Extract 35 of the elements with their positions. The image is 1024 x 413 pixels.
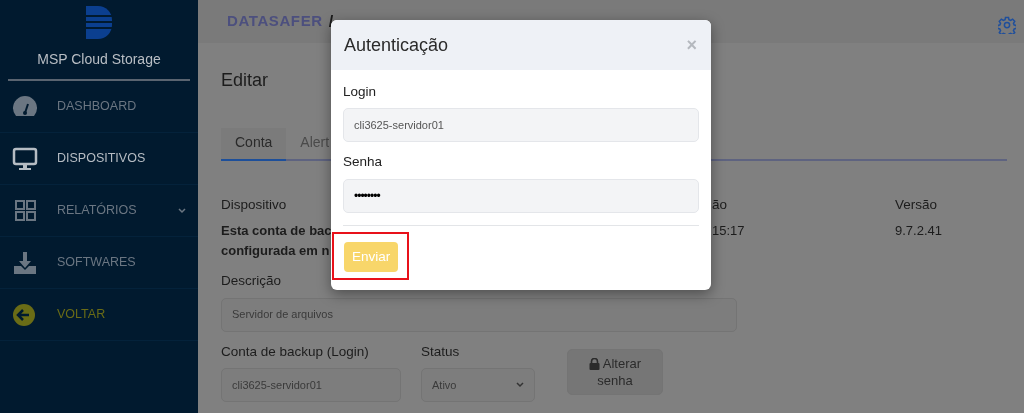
dialog-title: Autenticação: [344, 33, 449, 57]
status-select[interactable]: Ativo: [421, 367, 535, 402]
field-label: Login: [343, 83, 378, 101]
logo-icon: [86, 6, 112, 39]
field-label: Senha: [343, 153, 384, 172]
password-field[interactable]: ••••••••: [343, 178, 699, 213]
lock-icon: [588, 358, 600, 371]
login-field[interactable]: cli3625-servidor01: [343, 108, 699, 143]
brand-name: MSP Cloud Storage: [37, 50, 161, 69]
info-value: 15:17: [712, 222, 745, 241]
gauge-icon: [12, 94, 38, 117]
close-button[interactable]: ×: [686, 31, 697, 59]
login-field[interactable]: cli3625-servidor01: [221, 367, 401, 402]
field-label: Conta de backup (Login): [221, 342, 369, 361]
chevron-down-icon: [516, 381, 524, 388]
sidebar-item[interactable]: DASHBOARD: [0, 81, 198, 133]
sidebar-item[interactable]: VOLTAR: [0, 289, 198, 341]
description-field[interactable]: Servidor de arquivos: [221, 297, 737, 332]
sidebar-item[interactable]: RELATÓRIOS: [0, 185, 198, 237]
info-value: Esta conta de bac: [221, 222, 332, 241]
breadcrumb-separator: /: [328, 11, 334, 32]
info-label: Dispositivo: [221, 196, 287, 214]
download-icon: [12, 250, 38, 275]
tab[interactable]: Conta: [221, 128, 287, 161]
grid-icon: [12, 198, 38, 223]
page-title: Editar: [221, 69, 269, 92]
info-label: Versão: [895, 196, 938, 214]
info-label: ão: [712, 196, 728, 214]
info-value: configurada em n: [221, 242, 330, 261]
field-label: Status: [421, 342, 460, 361]
field-label: Descrição: [221, 272, 282, 291]
change-password-button[interactable]: Alterar senha: [567, 348, 663, 395]
monitor-icon: [12, 146, 38, 171]
info-value: 9.7.2.41: [895, 222, 942, 241]
settings-icon[interactable]: [998, 15, 1016, 34]
